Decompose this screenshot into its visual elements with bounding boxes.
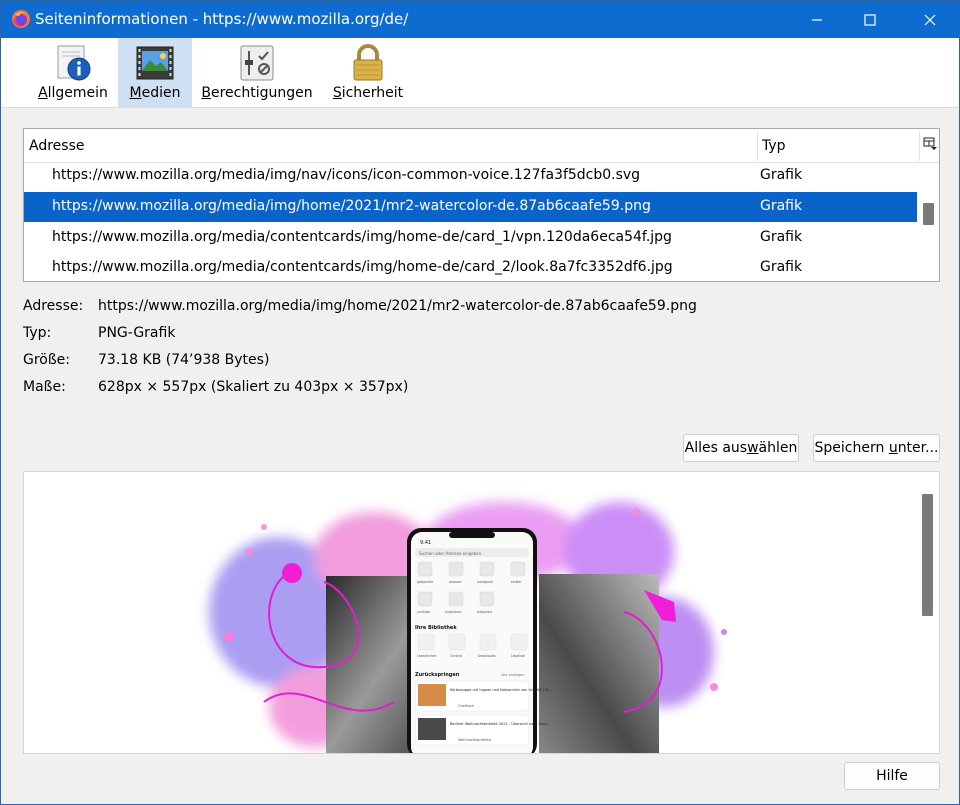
page-info-toolbar: Allgemein Medien Berechtigungen Sicherhe… (1, 38, 959, 108)
media-icon (136, 46, 174, 80)
column-header-address[interactable]: Adresse (29, 138, 84, 154)
phone-mockup: 9:41 Suchen oder Adresse eingeben getpoc… (407, 528, 553, 753)
svg-text:Zurückspringen: Zurückspringen (415, 672, 460, 678)
svg-text:Weihnachtsmärkte: Weihnachtsmärkte (458, 738, 491, 742)
svg-text:Leseliste: Leseliste (511, 654, 525, 658)
svg-text:youtube: youtube (417, 610, 430, 614)
svg-text:amazon: amazon (449, 580, 462, 584)
maximize-icon (864, 13, 876, 26)
svg-text:Berliner Weihnachtsmärkte 2021: Berliner Weihnachtsmärkte 2021 - Übersic… (450, 721, 550, 726)
tab-berechtigungen[interactable]: Berechtigungen (201, 38, 313, 107)
column-picker-icon[interactable] (923, 137, 937, 151)
media-list[interactable]: Adresse Typ https://www.mozilla.org/medi… (23, 128, 940, 282)
media-row[interactable]: https://www.mozilla.org/media/contentcar… (24, 223, 917, 253)
media-row[interactable]: https://www.mozilla.org/media/contentcar… (24, 253, 917, 281)
svg-text:Lesezeichen: Lesezeichen (417, 654, 437, 658)
column-header-type[interactable]: Typ (762, 138, 786, 154)
svg-text:instagram: instagram (477, 580, 493, 584)
minimize-icon (812, 18, 822, 21)
svg-text:Suchen oder Adresse eingeben: Suchen oder Adresse eingeben (419, 551, 482, 556)
svg-text:Alle anzeigen: Alle anzeigen (501, 673, 525, 677)
svg-text:Chronik: Chronik (450, 654, 462, 658)
info-icon (57, 45, 91, 81)
close-button[interactable] (904, 1, 956, 38)
save-as-button[interactable]: Speichern unter... (813, 434, 940, 462)
tab-allgemein[interactable]: Allgemein (34, 38, 112, 107)
help-button[interactable]: Hilfe (844, 762, 940, 790)
media-row-selected[interactable]: https://www.mozilla.org/media/img/home/2… (24, 192, 917, 222)
svg-text:getpocket: getpocket (417, 580, 434, 584)
select-all-button[interactable]: Alles auswählen (683, 434, 799, 462)
svg-text:Ihre Bibliothek: Ihre Bibliothek (415, 625, 457, 631)
page-info-window: Seiteninformationen - https://www.mozill… (0, 0, 960, 805)
permissions-icon (240, 45, 274, 81)
media-list-scrollbar[interactable] (920, 163, 939, 281)
svg-text:twitter: twitter (511, 580, 522, 584)
minimize-button[interactable] (791, 1, 843, 38)
scrollbar-thumb[interactable] (922, 494, 933, 616)
svg-text:wikipedia: wikipedia (477, 610, 492, 614)
tab-sicherheit[interactable]: Sicherheit (329, 38, 407, 107)
media-row[interactable]: https://www.mozilla.org/media/img/nav/ic… (24, 161, 917, 191)
svg-text:Chefkoch: Chefkoch (458, 704, 474, 708)
preview-image: 9:41 Suchen oder Adresse eingeben getpoc… (209, 502, 727, 753)
title-bar: Seiteninformationen - https://www.mozill… (1, 1, 959, 38)
firefox-logo-icon (12, 10, 30, 28)
tab-medien[interactable]: Medien (118, 38, 192, 107)
lock-icon (353, 44, 383, 81)
svg-text:Downloads: Downloads (478, 654, 496, 658)
maximize-button[interactable] (844, 1, 896, 38)
media-preview: 9:41 Suchen oder Adresse eingeben getpoc… (23, 471, 940, 754)
svg-text:9:41: 9:41 (420, 540, 431, 546)
svg-text:Kürbissuppe mit Ingwer und Kok: Kürbissuppe mit Ingwer und Kokosmilch vo… (450, 688, 553, 692)
preview-scrollbar[interactable] (919, 472, 938, 753)
media-list-header: Adresse Typ (24, 129, 939, 163)
svg-text:kingfuture: kingfuture (445, 610, 461, 614)
close-icon (924, 14, 936, 25)
window-title: Seiteninformationen - https://www.mozill… (35, 10, 409, 28)
scrollbar-thumb[interactable] (923, 203, 934, 225)
